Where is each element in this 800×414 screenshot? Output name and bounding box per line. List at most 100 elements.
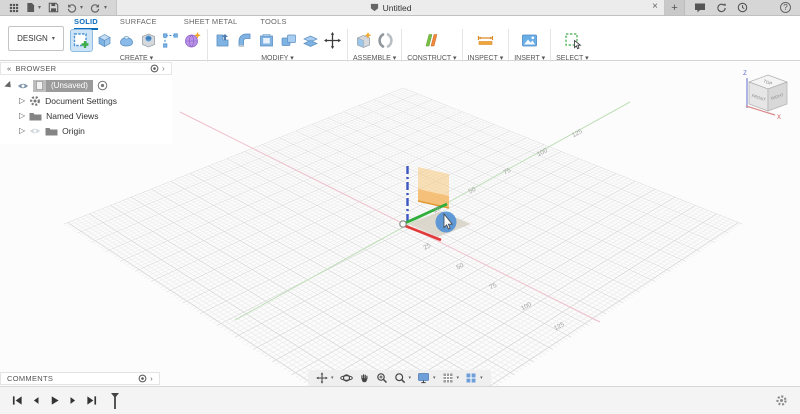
svg-text:100: 100 — [536, 147, 549, 158]
panel-options-icon[interactable] — [150, 64, 159, 73]
svg-text:100: 100 — [520, 301, 533, 312]
panel-options-icon[interactable] — [138, 374, 147, 383]
file-menu-icon[interactable] — [26, 2, 35, 13]
extrude-icon[interactable] — [95, 31, 114, 50]
collapsed-triangle-icon[interactable]: ▷ — [19, 112, 25, 120]
offset-face-icon[interactable] — [301, 31, 320, 50]
visibility-eye-icon[interactable] — [17, 82, 29, 90]
collapsed-triangle-icon[interactable]: ▷ — [19, 127, 25, 135]
combine-icon[interactable] — [279, 31, 298, 50]
comments-title: COMMENTS — [7, 374, 53, 383]
undo-icon[interactable] — [66, 3, 77, 13]
group-assemble: ASSEMBLE ▾ — [347, 29, 401, 62]
timeline-skip-start-icon[interactable] — [12, 395, 23, 406]
measure-icon[interactable] — [476, 31, 495, 50]
tree-row-origin[interactable]: ▷ Origin — [5, 123, 172, 138]
collapsed-triangle-icon[interactable]: ▷ — [19, 97, 25, 105]
modify-group-label[interactable]: MODIFY ▾ — [261, 54, 294, 62]
3d-viewport[interactable]: 25 50 75 100 125 25 50 75 100 125 TOP FR… — [0, 62, 800, 386]
move-icon[interactable] — [323, 31, 342, 50]
zoom-window-caret[interactable]: ▾ — [409, 375, 412, 381]
view-cube[interactable]: TOP FRONT RIGHT Z X — [743, 71, 787, 121]
joint-icon[interactable] — [376, 31, 395, 50]
save-icon[interactable] — [48, 2, 59, 13]
quick-access-toolbar: ▾ ▾ ▾ — [0, 0, 116, 15]
viewports-layout-icon[interactable] — [465, 372, 477, 384]
pan-icon[interactable] — [316, 372, 328, 384]
viewcube-x-label: X — [777, 115, 781, 121]
viewports-layout-caret[interactable]: ▾ — [480, 375, 483, 381]
timeline-skip-end-icon[interactable] — [86, 395, 97, 406]
folder-icon — [29, 111, 42, 121]
timeline-step-forward-icon[interactable] — [68, 395, 78, 406]
history-clock-icon[interactable] — [737, 2, 748, 13]
press-pull-icon[interactable] — [213, 31, 232, 50]
orbit-icon[interactable] — [340, 372, 353, 384]
visibility-eye-off-icon[interactable] — [29, 127, 41, 135]
comments-panel[interactable]: COMMENTS › — [0, 372, 160, 385]
timeline-step-back-icon[interactable] — [31, 395, 41, 406]
tree-row-root[interactable]: (Unsaved) — [5, 78, 172, 93]
grid-settings-caret[interactable]: ▾ — [457, 375, 460, 381]
redo-caret[interactable]: ▾ — [104, 4, 107, 11]
new-tab-button[interactable]: + — [665, 0, 685, 15]
create-sketch-icon — [72, 31, 91, 50]
root-component-chip[interactable]: (Unsaved) — [33, 80, 93, 92]
panel-expand-icon[interactable]: › — [162, 64, 165, 73]
tree-row-named-views[interactable]: ▷ Named Views — [5, 108, 172, 123]
close-tab-icon[interactable]: × — [652, 1, 658, 13]
tree-row-document-settings[interactable]: ▷ Document Settings — [5, 93, 172, 108]
zoom-icon[interactable] — [376, 372, 388, 384]
document-tab[interactable]: Untitled × — [116, 0, 665, 15]
zoom-window-icon[interactable] — [394, 372, 406, 384]
create-group-label[interactable]: CREATE ▾ — [120, 54, 153, 62]
select-group-label[interactable]: SELECT ▾ — [556, 54, 589, 62]
display-settings-icon[interactable] — [417, 372, 430, 384]
create-form-icon[interactable] — [183, 31, 202, 50]
new-component-icon[interactable] — [354, 31, 373, 50]
browser-header[interactable]: « BROWSER › — [0, 62, 172, 75]
activate-radio-icon[interactable] — [97, 80, 108, 91]
insert-group-label[interactable]: INSERT ▾ — [514, 54, 545, 62]
redo-icon[interactable] — [90, 3, 101, 13]
workspace-label: DESIGN — [17, 34, 48, 43]
shell-icon[interactable] — [257, 31, 276, 50]
ribbon-toolbar: DESIGN ▾ SOLID SURFACE SHEET METAL TOOLS… — [0, 16, 800, 61]
timeline-settings-gear-icon[interactable] — [775, 394, 788, 407]
timeline-play-icon[interactable] — [49, 395, 60, 406]
collapse-panel-icon[interactable]: « — [7, 64, 11, 73]
group-create: CREATE ▾ — [66, 29, 207, 62]
construct-plane-icon[interactable] — [422, 31, 441, 50]
construct-group-label[interactable]: CONSTRUCT ▾ — [407, 54, 456, 62]
insert-image-icon[interactable] — [520, 31, 539, 50]
pattern-icon[interactable] — [161, 31, 180, 50]
display-settings-caret[interactable]: ▾ — [433, 375, 436, 381]
comments-bubble-icon[interactable] — [694, 2, 706, 13]
undo-caret[interactable]: ▾ — [80, 4, 83, 11]
grid-settings-icon[interactable] — [442, 372, 454, 384]
component-doc-icon — [36, 81, 43, 90]
panel-expand-icon[interactable]: › — [150, 374, 153, 383]
app-grid-icon[interactable] — [9, 3, 19, 13]
revolve-icon[interactable] — [117, 31, 136, 50]
pan-hand-icon[interactable] — [359, 372, 370, 384]
group-construct: CONSTRUCT ▾ — [401, 29, 461, 62]
assemble-group-label[interactable]: ASSEMBLE ▾ — [353, 54, 396, 62]
pan-caret[interactable]: ▾ — [331, 375, 334, 381]
help-icon[interactable]: ? — [780, 2, 791, 13]
gear-icon — [29, 95, 41, 107]
create-sketch-button[interactable] — [71, 30, 92, 51]
fillet-icon[interactable] — [235, 31, 254, 50]
select-icon[interactable] — [563, 31, 582, 50]
workspace-selector[interactable]: DESIGN ▾ — [8, 26, 64, 51]
origin-point[interactable] — [400, 221, 406, 227]
expanded-triangle-icon[interactable] — [4, 81, 13, 90]
sync-icon[interactable] — [716, 2, 727, 13]
title-bar: ▾ ▾ ▾ Untitled × + ? — [0, 0, 800, 16]
timeline-position-marker[interactable] — [109, 392, 121, 410]
folder-icon — [45, 126, 58, 136]
svg-text:25: 25 — [422, 242, 432, 252]
inspect-group-label[interactable]: INSPECT ▾ — [468, 54, 504, 62]
file-menu-caret[interactable]: ▾ — [38, 4, 41, 11]
hole-icon[interactable] — [139, 31, 158, 50]
